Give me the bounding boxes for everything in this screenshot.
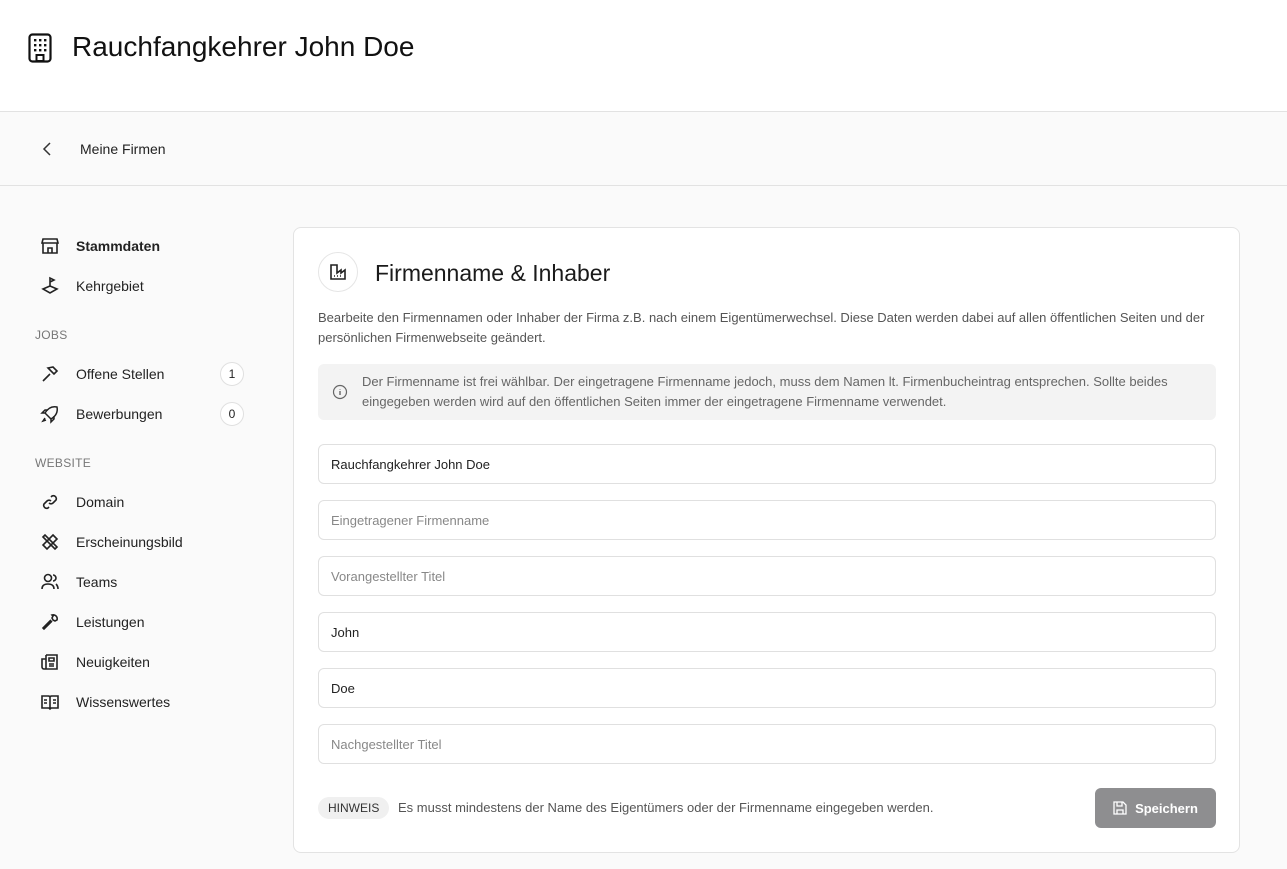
factory-icon bbox=[318, 252, 358, 292]
info-box: Der Firmenname ist frei wählbar. Der ein… bbox=[318, 364, 1216, 420]
count-badge: 1 bbox=[220, 362, 244, 386]
breadcrumb: Meine Firmen bbox=[0, 112, 1287, 186]
book-icon bbox=[41, 695, 59, 711]
registered-company-name-input[interactable] bbox=[318, 500, 1216, 540]
rocket-icon bbox=[40, 406, 58, 424]
sidebar-item-stammdaten[interactable]: Stammdaten bbox=[34, 234, 244, 258]
first-name-input[interactable] bbox=[318, 612, 1216, 652]
prefix-title-input[interactable] bbox=[318, 556, 1216, 596]
section-heading-website: WEBSITE bbox=[35, 456, 92, 470]
sidebar-item-offene-stellen[interactable]: Offene Stellen 1 bbox=[34, 362, 244, 386]
newspaper-icon bbox=[41, 654, 58, 670]
map-pin-flag-icon bbox=[41, 276, 59, 294]
chevron-left-icon[interactable] bbox=[42, 142, 54, 156]
sidebar-item-teams[interactable]: Teams bbox=[34, 570, 244, 594]
page-header: Rauchfangkehrer John Doe bbox=[0, 0, 1287, 112]
sidebar-item-leistungen[interactable]: Leistungen bbox=[34, 610, 244, 634]
company-name-owner-card: Firmenname & Inhaber Bearbeite den Firme… bbox=[293, 227, 1240, 853]
wrench-icon bbox=[41, 614, 58, 631]
company-name-input[interactable] bbox=[318, 444, 1216, 484]
save-icon bbox=[1113, 801, 1127, 815]
section-heading-jobs: JOBS bbox=[35, 328, 68, 342]
sidebar-item-neuigkeiten[interactable]: Neuigkeiten bbox=[34, 650, 244, 674]
store-icon bbox=[40, 238, 60, 254]
sidebar-item-domain[interactable]: Domain bbox=[34, 490, 244, 514]
sidebar-item-erscheinungsbild[interactable]: Erscheinungsbild bbox=[34, 530, 244, 554]
info-icon bbox=[332, 384, 348, 400]
last-name-input[interactable] bbox=[318, 668, 1216, 708]
card-title: Firmenname & Inhaber bbox=[375, 260, 611, 286]
link-icon bbox=[42, 494, 58, 510]
users-icon bbox=[41, 573, 59, 590]
page-title: Rauchfangkehrer John Doe bbox=[72, 31, 415, 62]
sidebar-item-wissenswertes[interactable]: Wissenswertes bbox=[34, 690, 244, 714]
count-badge: 0 bbox=[220, 402, 244, 426]
suffix-title-input[interactable] bbox=[318, 724, 1216, 764]
sidebar-item-bewerbungen[interactable]: Bewerbungen 0 bbox=[34, 402, 244, 426]
save-button[interactable]: Speichern bbox=[1095, 788, 1216, 828]
design-icon bbox=[41, 533, 59, 551]
hammer-icon bbox=[42, 366, 59, 382]
back-link[interactable]: Meine Firmen bbox=[80, 141, 166, 157]
hint-badge: HINWEIS bbox=[318, 797, 390, 819]
card-description: Bearbeite den Firmennamen oder Inhaber d… bbox=[318, 310, 1205, 345]
hint-text: Es musst mindestens der Name des Eigentü… bbox=[398, 800, 934, 815]
building-icon bbox=[28, 33, 52, 63]
sidebar-item-kehrgebiet[interactable]: Kehrgebiet bbox=[34, 274, 244, 298]
info-text: Der Firmenname ist frei wählbar. Der ein… bbox=[362, 374, 1168, 409]
